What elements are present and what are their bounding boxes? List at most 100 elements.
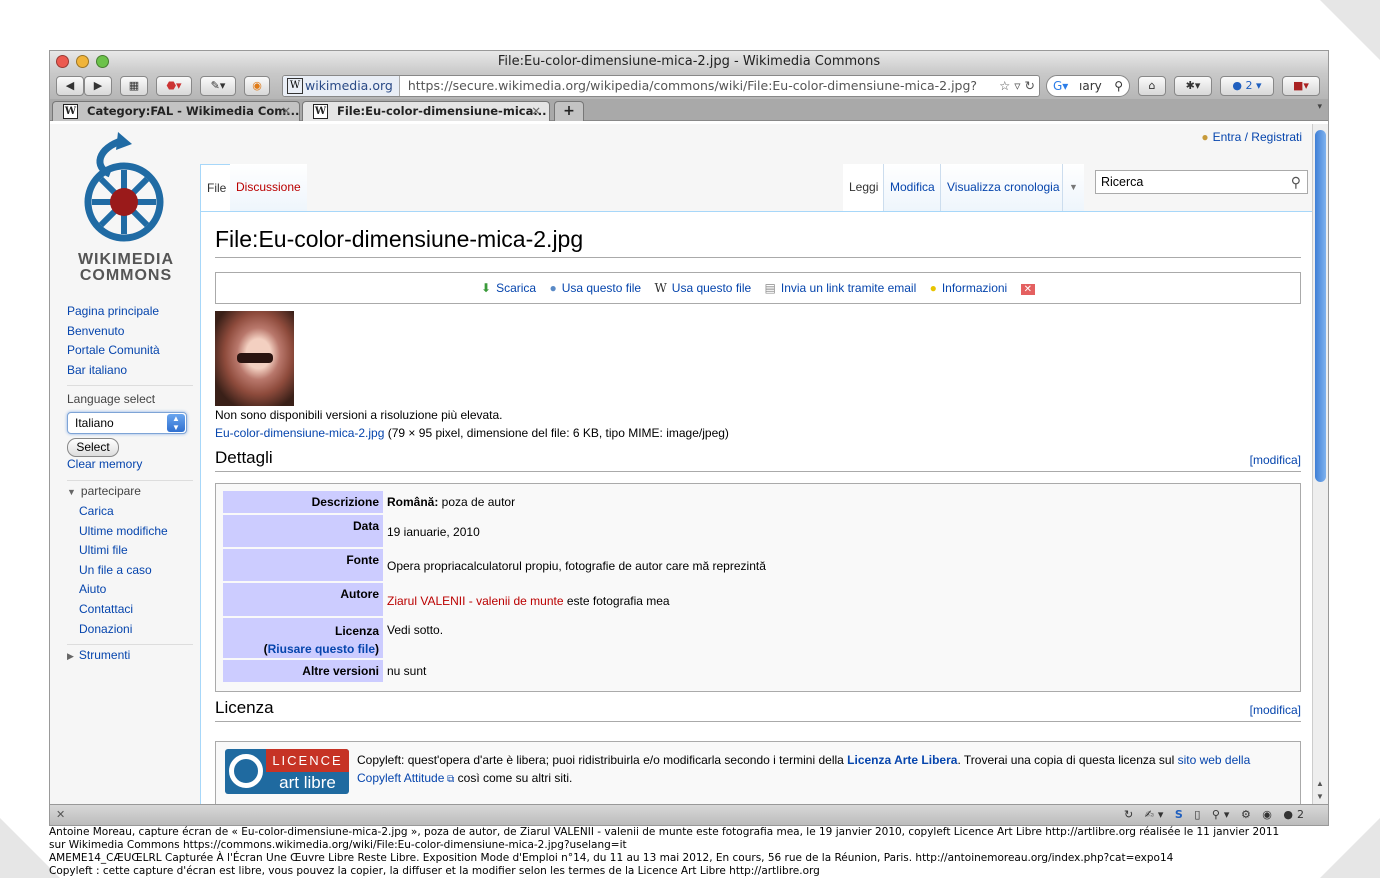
sidebar-item-ultime-modifiche[interactable]: Ultime modifiche: [67, 524, 193, 544]
tab-history[interactable]: Visualizza cronologia: [940, 164, 1066, 211]
language-select-label: Language select: [67, 392, 156, 407]
author-link[interactable]: Ziarul VALENII - valenii de munte: [387, 594, 564, 608]
site-identity[interactable]: wikimedia.org: [283, 76, 400, 96]
tab-file[interactable]: File: [200, 164, 234, 211]
row-label: Autore: [223, 583, 383, 616]
url-bar[interactable]: wikimedia.org https://secure.wikimedia.o…: [282, 75, 1040, 97]
url-text[interactable]: https://secure.wikimedia.org/wikipedia/c…: [404, 78, 977, 93]
licence-art-libre-logo[interactable]: LICENCE art libre: [225, 749, 349, 794]
select-button[interactable]: Select: [67, 438, 119, 458]
scroll-down-icon[interactable]: ▼: [1316, 792, 1324, 801]
file-info-line: Eu-color-dimensiune-mica-2.jpg (79 × 95 …: [215, 426, 729, 440]
back-button[interactable]: ◀: [56, 76, 84, 96]
grid-icon[interactable]: ▦: [120, 76, 148, 96]
license-link[interactable]: Licenza Arte Libera: [847, 753, 957, 767]
use-file-web-link[interactable]: Usa questo file: [562, 281, 641, 295]
sidebar-item-file-a-caso[interactable]: Un file a caso: [67, 563, 193, 583]
tab-edit[interactable]: Modifica: [883, 164, 941, 211]
google-icon[interactable]: G▾: [1053, 76, 1068, 96]
tools-toggle[interactable]: ▶ Strumenti: [67, 648, 193, 668]
row-value: 19 ianuarie, 2010: [387, 525, 480, 539]
license-box: LICENCE art libre Copyleft: quest'opera …: [215, 741, 1301, 804]
forward-button[interactable]: ▶: [84, 76, 112, 96]
login-link[interactable]: ● Entra / Registrati: [1201, 130, 1302, 144]
sidebar-item-ultimi-file[interactable]: Ultimi file: [67, 543, 193, 563]
new-tab-button[interactable]: +: [554, 101, 584, 121]
tab-list-icon[interactable]: ▾: [1317, 102, 1322, 112]
sidebar-item-bar-italiano[interactable]: Bar italiano: [67, 363, 193, 383]
row-label: Descrizione: [223, 491, 383, 513]
download-link[interactable]: Scarica: [496, 281, 536, 295]
zoom-window-button[interactable]: [96, 55, 109, 68]
tab-category-fal[interactable]: W Category:FAL - Wikimedia Com... ✕: [52, 101, 300, 121]
sidebar-item-carica[interactable]: Carica: [67, 504, 193, 524]
search-engine-text[interactable]: ıary: [1079, 79, 1102, 93]
email-link[interactable]: Invia un link tramite email: [781, 281, 916, 295]
table-row: Fonte Opera propriacalculatorul propiu, …: [223, 549, 1293, 581]
more-actions-icon[interactable]: ▼: [1062, 164, 1084, 211]
details-heading: Dettagli [modifica]: [215, 448, 1301, 472]
rss-icon[interactable]: ◉: [244, 76, 270, 96]
close-addon-bar-icon[interactable]: ✕: [56, 808, 65, 821]
row-value: Opera propriacalculatorul propiu, fotogr…: [387, 559, 766, 573]
tab-discussion[interactable]: Discussione: [230, 164, 307, 211]
extension-icon[interactable]: ■▾: [1282, 76, 1320, 96]
file-link[interactable]: Eu-color-dimensiune-mica-2.jpg: [215, 426, 384, 440]
window-title: File:Eu-color-dimensiune-mica-2.jpg - Wi…: [497, 54, 881, 69]
use-file-wiki-link[interactable]: Usa questo file: [672, 281, 751, 295]
search-icon[interactable]: ⚲: [1291, 171, 1301, 193]
tab-file-page[interactable]: W File:Eu-color-dimensiune-mica... ✕: [302, 101, 550, 121]
bookmark-icon[interactable]: ✎▾: [200, 76, 236, 96]
edit-license-link[interactable]: [modifica]: [1250, 703, 1301, 717]
page-corner-decoration: [1320, 818, 1380, 878]
sidebar-item-portale-comunita[interactable]: Portale Comunità: [67, 343, 193, 363]
sidebar-item-donazioni[interactable]: Donazioni: [67, 622, 193, 642]
file-actions-bar: ⬇ Scarica ● Usa questo file W Usa questo fi…: [215, 272, 1301, 304]
scroll-up-icon[interactable]: ▲: [1316, 779, 1324, 788]
vertical-scrollbar[interactable]: ▲ ▼: [1312, 124, 1328, 804]
home-icon[interactable]: ⌂: [1138, 76, 1166, 96]
wikimedia-commons-logo[interactable]: WIKIMEDIA COMMONS: [66, 130, 186, 285]
star-reload-icons[interactable]: ☆ ▿ ↻: [995, 76, 1035, 96]
notifications-button[interactable]: ● 2 ▾: [1220, 76, 1274, 96]
status-addon-icons[interactable]: ↻ ✍▾ S ▯ ⚲▾ ⚙ ◉ ●2: [1124, 808, 1308, 821]
sidebar-item-aiuto[interactable]: Aiuto: [67, 582, 193, 602]
logo-text-line1: WIKIMEDIA: [77, 251, 175, 268]
status-bar: ✕ ↻ ✍▾ S ▯ ⚲▾ ⚙ ◉ ●2: [50, 804, 1328, 825]
license-heading: Licenza [modifica]: [215, 698, 1301, 722]
minimize-window-button[interactable]: [76, 55, 89, 68]
edit-details-link[interactable]: [modifica]: [1250, 453, 1301, 467]
file-thumbnail-image[interactable]: [215, 311, 294, 406]
addon-icon[interactable]: ✱▾: [1174, 76, 1212, 96]
tab-label[interactable]: File:Eu-color-dimensiune-mica...: [337, 104, 546, 118]
sidebar-item-contattaci[interactable]: Contattaci: [67, 602, 193, 622]
caption-line: sur Wikimedia Commons https://commons.wi…: [49, 839, 627, 851]
external-link-icon: ⧉: [444, 774, 455, 785]
sidebar-item-pagina-principale[interactable]: Pagina principale: [67, 304, 193, 324]
tab-label[interactable]: Category:FAL - Wikimedia Com...: [87, 104, 299, 118]
close-tab-icon[interactable]: ✕: [281, 102, 291, 120]
table-row: Data 19 ianuarie, 2010: [223, 515, 1293, 547]
globe-icon: ●: [549, 281, 557, 295]
main-content: File:Eu-color-dimensiune-mica-2.jpg ⬇ Sca…: [200, 211, 1315, 804]
image-caption: Antoine Moreau, capture écran de « Eu-co…: [49, 826, 1329, 878]
email-icon: ▤: [764, 281, 776, 295]
tab-read[interactable]: Leggi: [843, 164, 885, 211]
reuse-file-link[interactable]: Riusare questo file: [268, 642, 375, 656]
info-link[interactable]: Informazioni: [942, 281, 1007, 295]
close-window-button[interactable]: [56, 55, 69, 68]
search-icon[interactable]: ⚲: [1114, 76, 1123, 96]
close-red-icon[interactable]: ✕: [1020, 284, 1035, 295]
participate-header[interactable]: ▼ partecipare: [67, 484, 193, 504]
language-select[interactable]: Italiano ▲ ▼: [67, 412, 187, 435]
row-value: Vedi sotto.: [387, 623, 444, 637]
search-engine-box[interactable]: G▾ ıary ⚲: [1046, 75, 1130, 97]
close-tab-icon[interactable]: ✕: [531, 102, 541, 120]
table-row: Licenza (Riusare questo file) Vedi sotto.: [223, 618, 1293, 658]
info-bulb-icon: ●: [929, 281, 937, 295]
scrollbar-thumb[interactable]: [1315, 130, 1326, 482]
search-input[interactable]: Ricerca ⚲: [1095, 170, 1308, 194]
adblock-icon[interactable]: ⬣▾: [156, 76, 192, 96]
clear-memory-link[interactable]: Clear memory: [67, 457, 193, 477]
sidebar-item-benvenuto[interactable]: Benvenuto: [67, 324, 193, 344]
